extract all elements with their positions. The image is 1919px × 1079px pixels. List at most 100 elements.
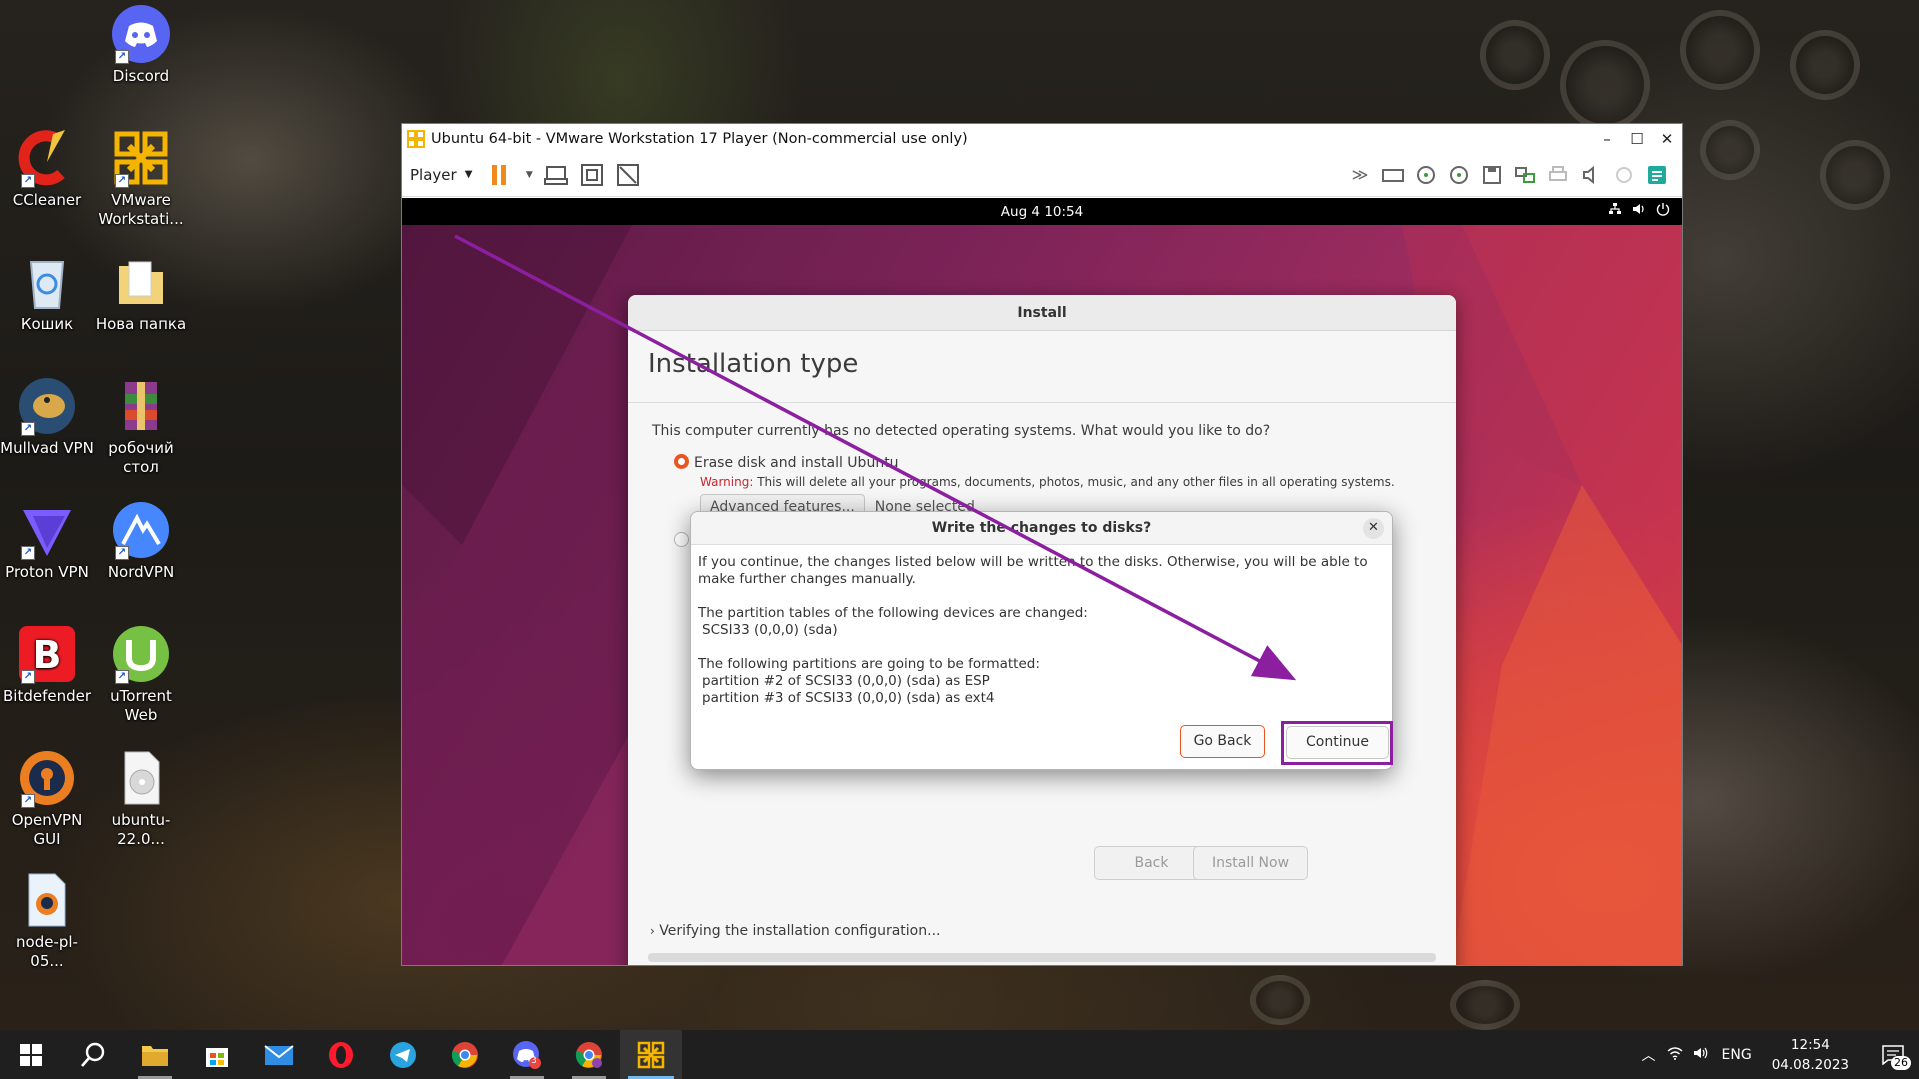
warning-message: Warning: This will delete all your progr… (700, 475, 1456, 489)
desktop-icon-openvpn[interactable]: ↗ OpenVPN GUI (0, 748, 94, 849)
radio-unselected[interactable] (674, 532, 689, 547)
chevron-double-right-icon[interactable]: ≫ (1346, 161, 1374, 189)
taskbar-discord[interactable]: 3 (496, 1030, 558, 1079)
network-adapter-icon[interactable] (1511, 161, 1539, 189)
folder-icon (142, 1045, 168, 1066)
taskbar-clock[interactable]: 12:54 04.08.2023 (1762, 1035, 1867, 1075)
player-menu[interactable]: Player ▼ (410, 166, 472, 184)
desktop-icon-ovpn-file[interactable]: node-pl-05... (0, 870, 94, 971)
desktop-icon-new-folder[interactable]: Нова папка (94, 252, 188, 334)
tables-heading: The partition tables of the following de… (698, 605, 1088, 621)
status-expander[interactable]: › Verifying the installation configurati… (650, 923, 940, 939)
window-title: Ubuntu 64-bit - VMware Workstation 17 Pl… (431, 130, 968, 147)
desktop-icon-mullvad[interactable]: ↗ Mullvad VPN (0, 376, 94, 458)
installer-header[interactable]: Install (628, 295, 1456, 331)
taskbar-telegram[interactable] (372, 1030, 434, 1079)
power-options-dropdown[interactable]: ▼ (522, 161, 536, 189)
pause-button[interactable] (486, 161, 514, 189)
partition-item: partition #3 of SCSI33 (0,0,0) (sda) as … (702, 690, 995, 706)
desktop-icon-label: Discord (112, 67, 170, 85)
vmware-toolbar: Player ▼ ▼ ≫ (402, 153, 1682, 197)
desktop-icon-protonvpn[interactable]: ↗ Proton VPN (0, 500, 94, 582)
recycle-bin-icon (17, 252, 77, 312)
maximize-button[interactable]: ☐ (1622, 124, 1652, 153)
volume-icon (1632, 202, 1646, 220)
cd-dvd-2-icon[interactable] (1445, 161, 1473, 189)
go-back-button[interactable]: Go Back (1180, 725, 1265, 758)
search-icon (81, 1042, 105, 1067)
gnome-top-bar: Aug 4 10:54 (402, 198, 1682, 225)
close-icon: ✕ (1368, 520, 1379, 535)
wallpaper-gear (1450, 980, 1520, 1030)
wallpaper-gear (1700, 120, 1760, 180)
vmware-logo-icon (407, 129, 425, 148)
discord-icon: ↗ (111, 4, 171, 64)
desktop-icon-vmware[interactable]: ↗ VMware Workstati... (94, 128, 188, 229)
desktop-icon-ubuntu-iso[interactable]: ubuntu-22.0... (94, 748, 188, 849)
floppy-icon[interactable] (1478, 161, 1506, 189)
sound-card-icon[interactable] (1577, 161, 1605, 189)
usb-device-icon[interactable] (1610, 161, 1638, 189)
desktop-icon-utorrent[interactable]: ↗ uTorrent Web (94, 624, 188, 725)
windows-icon (20, 1043, 42, 1066)
taskbar-mail[interactable] (248, 1030, 310, 1079)
radio-selected[interactable] (674, 454, 689, 469)
show-hidden-icons-button[interactable]: ︿ (1636, 1045, 1662, 1065)
installer-question: This computer currently has no detected … (652, 423, 1271, 439)
desktop-icon-label: ubuntu-22.0... (111, 811, 171, 848)
dialog-intro: If you continue, the changes listed belo… (698, 554, 1368, 587)
start-button[interactable] (0, 1030, 62, 1079)
back-button[interactable]: Back (1094, 846, 1209, 880)
unity-button[interactable] (614, 161, 642, 189)
mullvad-icon: ↗ (17, 376, 77, 436)
fullscreen-button[interactable] (578, 161, 606, 189)
dialog-close-button[interactable]: ✕ (1363, 518, 1384, 539)
install-now-button[interactable]: Install Now (1193, 846, 1308, 880)
desktop-icon-label: NordVPN (107, 563, 175, 581)
guest-screen[interactable]: Aug 4 10:54 Install Installation type Th… (402, 198, 1682, 965)
device-toolbar: ≫ (1346, 161, 1682, 189)
discord-icon (513, 1040, 541, 1069)
hard-disk-icon[interactable] (1379, 161, 1407, 189)
desktop-icon-desktop-folder[interactable]: робочий стол (94, 376, 188, 477)
taskbar-file-explorer[interactable] (124, 1030, 186, 1079)
power-icon (1656, 202, 1670, 220)
store-icon (206, 1047, 228, 1067)
taskbar-store[interactable] (186, 1030, 248, 1079)
volume-icon[interactable] (1688, 1046, 1714, 1064)
search-button[interactable] (62, 1030, 124, 1079)
notifications-button[interactable]: 26 (1867, 1030, 1919, 1079)
minimize-button[interactable]: – (1592, 124, 1622, 153)
desktop-icon-discord[interactable]: ↗ Discord (94, 4, 188, 86)
taskbar-vmware[interactable] (620, 1030, 682, 1079)
desktop-icon-label: uTorrent Web (110, 687, 172, 724)
desktop-icon-nordvpn[interactable]: ↗ NordVPN (94, 500, 188, 582)
desktop-icon-label: Proton VPN (5, 563, 89, 581)
network-icon[interactable] (1662, 1046, 1688, 1064)
option-erase-disk[interactable]: Erase disk and install Ubuntu (674, 454, 1456, 471)
openvpn-icon: ↗ (17, 748, 77, 808)
desktop-icon-label: Mullvad VPN (0, 439, 94, 457)
desktop-icon-ccleaner[interactable]: ↗ CCleaner (0, 128, 94, 210)
cd-dvd-icon[interactable] (1412, 161, 1440, 189)
printer-icon[interactable] (1544, 161, 1572, 189)
language-indicator[interactable]: ENG (1714, 1047, 1762, 1063)
discord-badge: 3 (531, 1056, 537, 1066)
gnome-system-tray[interactable] (1608, 202, 1670, 220)
continue-button[interactable]: Continue (1286, 726, 1389, 759)
vmware-titlebar[interactable]: Ubuntu 64-bit - VMware Workstation 17 Pl… (402, 124, 1682, 153)
message-log-icon[interactable] (1643, 161, 1671, 189)
bitdefender-icon: B ↗ (17, 624, 77, 684)
taskbar-opera[interactable] (310, 1030, 372, 1079)
desktop-icon-bitdefender[interactable]: B ↗ Bitdefender (0, 624, 94, 706)
taskbar-chrome[interactable] (434, 1030, 496, 1079)
send-ctrl-alt-del-button[interactable] (542, 161, 570, 189)
player-menu-label: Player (410, 165, 457, 184)
dialog-header[interactable]: Write the changes to disks? ✕ (691, 512, 1392, 545)
desktop-icon-label: Нова папка (95, 315, 187, 333)
gnome-clock[interactable]: Aug 4 10:54 (1001, 204, 1083, 220)
desktop-icon-label: робочий стол (108, 439, 174, 476)
desktop-icon-recycle-bin[interactable]: Кошик (0, 252, 94, 334)
close-button[interactable]: ✕ (1652, 124, 1682, 153)
taskbar-chrome-profile[interactable] (558, 1030, 620, 1079)
